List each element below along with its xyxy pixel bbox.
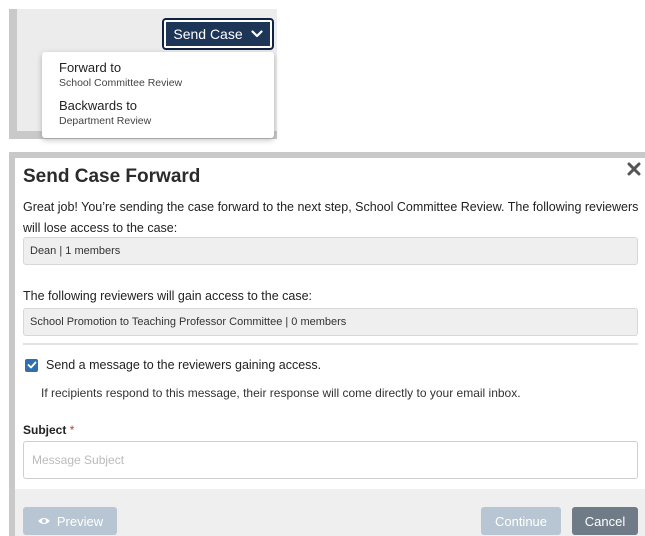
send-case-forward-modal: Send Case Forward Great job! You’re send…	[9, 152, 645, 536]
message-hint: If recipients respond to this message, t…	[41, 386, 521, 400]
cancel-button[interactable]: Cancel	[572, 507, 638, 535]
subject-input[interactable]	[23, 441, 638, 479]
gaining-access-field: School Promotion to Teaching Professor C…	[23, 308, 638, 336]
send-case-label: Send Case	[173, 26, 243, 42]
send-message-checkbox-row[interactable]: Send a message to the reviewers gaining …	[25, 358, 321, 372]
menu-item-title: Forward to	[59, 60, 122, 75]
modal-body: Send Case Forward Great job! You’re send…	[15, 158, 645, 536]
check-icon	[27, 361, 36, 369]
dropdown-area: Send Case Forward to School Committee Re…	[17, 9, 277, 138]
send-case-button[interactable]: Send Case	[162, 18, 274, 50]
subject-label: Subject *	[23, 423, 74, 437]
menu-item-backwards[interactable]: Backwards to Department Review	[59, 98, 151, 127]
intro-text: Great job! You’re sending the case forwa…	[23, 200, 639, 235]
menu-item-subtitle: School Committee Review	[59, 77, 183, 89]
send-case-menu: Forward to School Committee Review Backw…	[42, 52, 274, 138]
eye-icon	[37, 518, 50, 524]
menu-item-subtitle: Department Review	[59, 115, 152, 127]
preview-label: Preview	[56, 513, 104, 529]
send-case-dropdown-panel: Send Case Forward to School Committee Re…	[9, 9, 277, 139]
checkbox-label: Send a message to the reviewers gaining …	[46, 358, 322, 372]
subject-label-text: Subject	[23, 423, 67, 437]
menu-item-title: Backwards to	[59, 98, 138, 113]
chevron-down-icon	[251, 30, 263, 38]
losing-access-field: Dean | 1 members	[23, 237, 638, 265]
modal-footer: Preview Continue Cancel	[15, 489, 645, 536]
send-message-checkbox[interactable]	[25, 358, 38, 372]
close-icon[interactable]	[626, 161, 642, 177]
preview-button[interactable]: Preview	[23, 507, 117, 535]
modal-title: Send Case Forward	[23, 166, 201, 187]
required-mark: *	[69, 423, 75, 437]
menu-item-forward[interactable]: Forward to School Committee Review	[59, 60, 182, 89]
gain-access-text: The following reviewers will gain access…	[23, 289, 313, 303]
divider	[23, 343, 638, 345]
continue-button[interactable]: Continue	[481, 507, 561, 535]
